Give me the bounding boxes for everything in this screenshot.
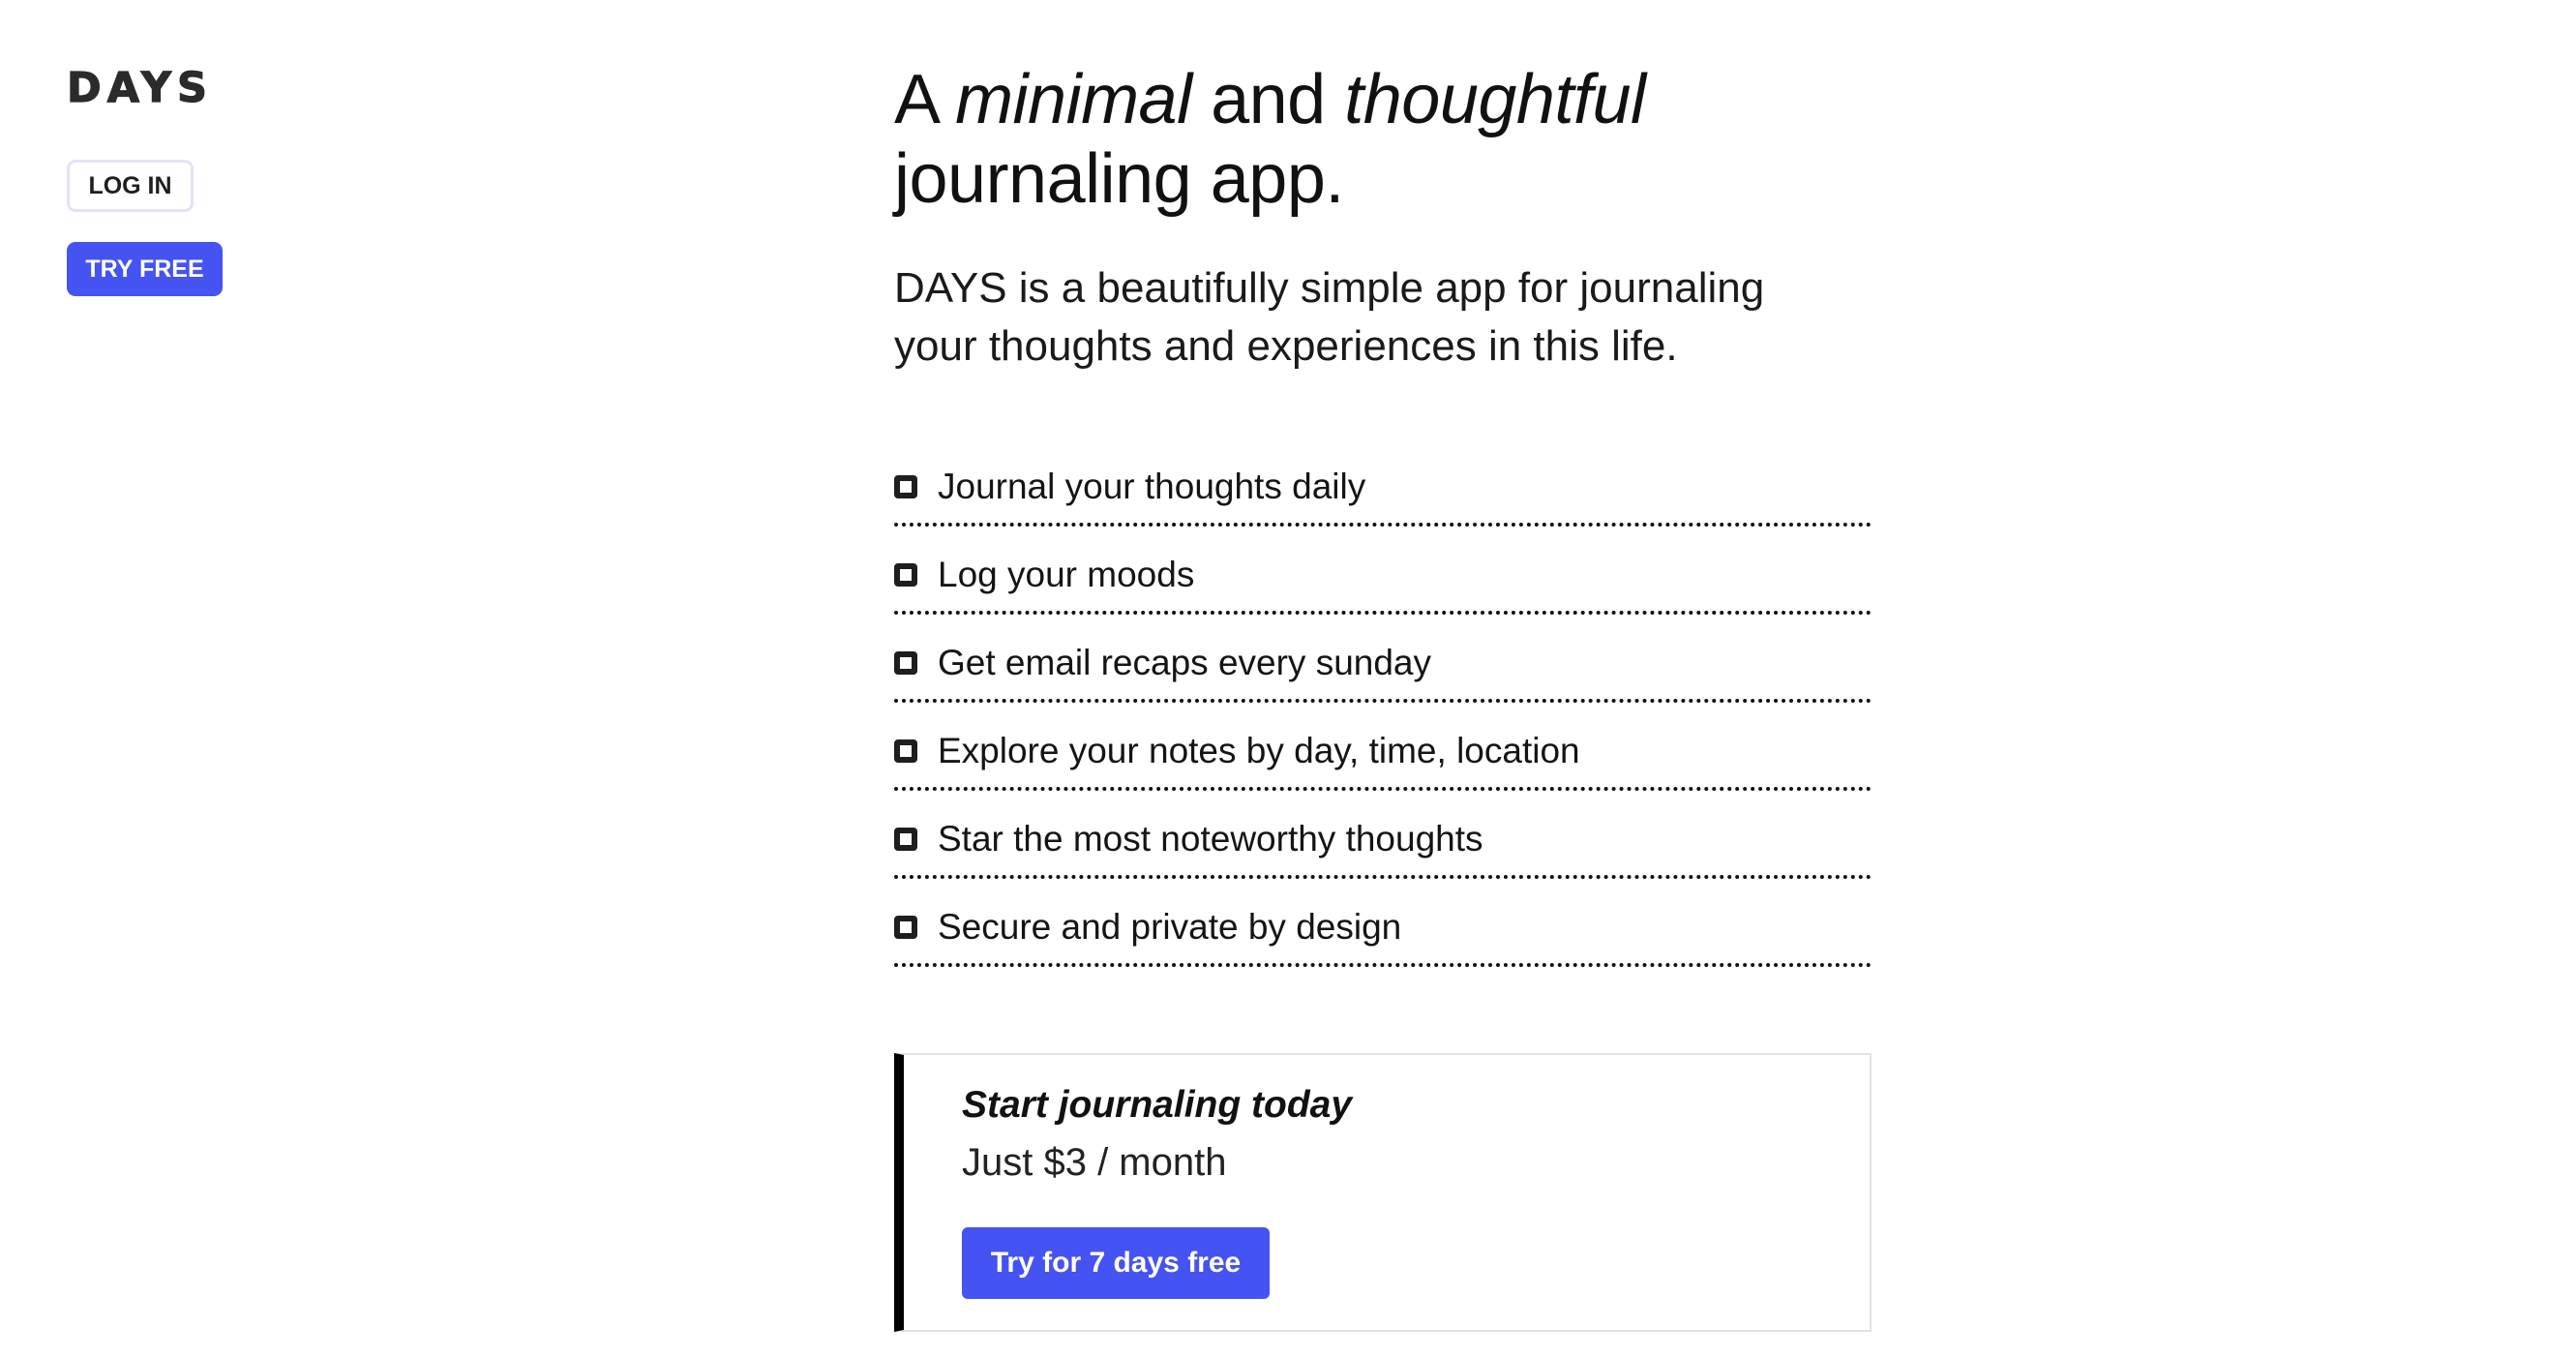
checkbox-icon <box>894 828 917 851</box>
cta-price: Just $3 / month <box>962 1141 1227 1184</box>
intro-paragraph: DAYS is a beautifully simple app for jou… <box>894 259 1823 376</box>
page-headline: A minimal and thoughtful journaling app. <box>894 60 1872 219</box>
headline-part3: journaling app. <box>894 140 1344 218</box>
login-button[interactable]: LOG IN <box>67 160 194 212</box>
headline-part2: and <box>1191 61 1345 138</box>
feature-item: Get email recaps every sunday <box>894 618 1872 703</box>
headline-part1: A <box>894 61 956 138</box>
feature-item: Explore your notes by day, time, locatio… <box>894 706 1872 791</box>
feature-item: Secure and private by design <box>894 882 1872 967</box>
sidebar: DAYS LOG IN TRY FREE <box>66 60 318 296</box>
feature-item: Star the most noteworthy thoughts <box>894 794 1872 879</box>
intro-line-2: your thoughts and experiences in this li… <box>894 322 1678 370</box>
feature-label: Explore your notes by day, time, locatio… <box>938 731 1580 770</box>
feature-label: Journal your thoughts daily <box>938 467 1366 506</box>
checkbox-icon <box>894 563 917 587</box>
headline-emphasis-thoughtful: thoughtful <box>1344 61 1646 138</box>
checkbox-icon <box>894 651 917 675</box>
days-logo[interactable]: DAYS <box>66 67 318 109</box>
free-trial-button[interactable]: Try for 7 days free <box>962 1227 1270 1299</box>
feature-label: Star the most noteworthy thoughts <box>938 819 1483 859</box>
checkbox-icon <box>894 739 917 763</box>
try-free-button[interactable]: TRY FREE <box>67 242 223 296</box>
feature-label: Get email recaps every sunday <box>938 643 1432 682</box>
cta-title: Start journaling today <box>962 1084 1353 1126</box>
intro-line-1: DAYS is a beautifully simple app for jou… <box>894 264 1765 312</box>
main-content: A minimal and thoughtful journaling app. … <box>894 60 1872 1332</box>
feature-item: Journal your thoughts daily <box>894 441 1872 527</box>
checkbox-icon <box>894 916 917 939</box>
feature-item: Log your moods <box>894 529 1872 615</box>
feature-list: Journal your thoughts daily Log your moo… <box>894 441 1872 967</box>
feature-label: Secure and private by design <box>938 907 1402 947</box>
cta-card: Start journaling today Just $3 / month T… <box>894 1053 1872 1332</box>
headline-emphasis-minimal: minimal <box>955 61 1192 138</box>
feature-label: Log your moods <box>938 555 1195 594</box>
checkbox-icon <box>894 475 917 498</box>
